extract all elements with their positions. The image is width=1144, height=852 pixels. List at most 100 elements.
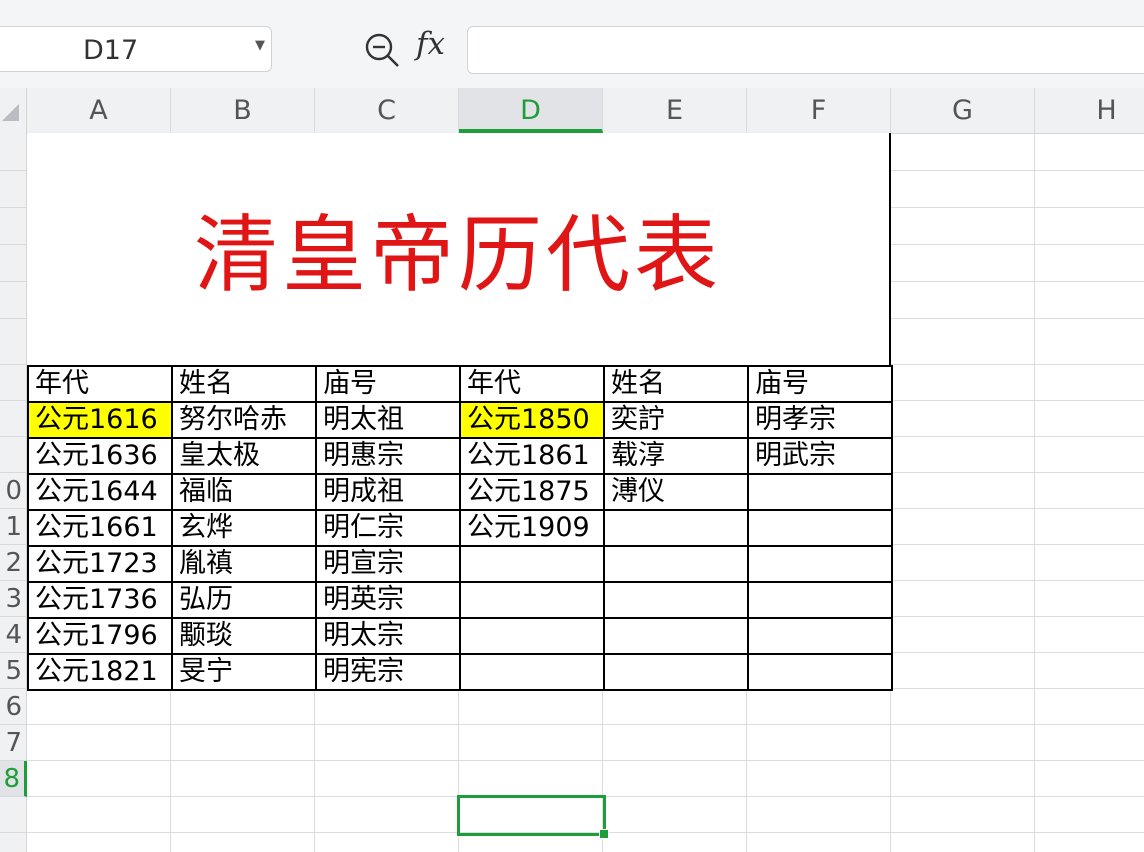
column-header-g[interactable]: G bbox=[891, 88, 1035, 133]
table-cell[interactable]: 公元1616 bbox=[27, 401, 173, 439]
column-header-b[interactable]: B bbox=[171, 88, 315, 133]
row-header[interactable] bbox=[0, 365, 27, 401]
table-cell[interactable] bbox=[747, 473, 893, 511]
name-box-value: D17 bbox=[83, 35, 139, 66]
table-cell[interactable]: 努尔哈赤 bbox=[171, 401, 317, 439]
chevron-down-icon[interactable]: ▼ bbox=[255, 38, 265, 53]
table-header-cell[interactable]: 年代 bbox=[27, 365, 173, 403]
table-cell[interactable]: 明太宗 bbox=[315, 617, 461, 655]
table-cell[interactable] bbox=[459, 545, 605, 583]
fill-handle[interactable] bbox=[599, 829, 609, 839]
table-cell[interactable] bbox=[603, 653, 749, 691]
table-cell[interactable]: 明仁宗 bbox=[315, 509, 461, 547]
table-cell[interactable]: 明成祖 bbox=[315, 473, 461, 511]
table-cell[interactable] bbox=[747, 509, 893, 547]
select-all-corner[interactable] bbox=[0, 88, 27, 134]
table-cell[interactable] bbox=[459, 581, 605, 619]
table-cell[interactable] bbox=[603, 617, 749, 655]
table-cell[interactable]: 明宣宗 bbox=[315, 545, 461, 583]
table-cell[interactable]: 公元1861 bbox=[459, 437, 605, 475]
table-cell[interactable]: 载淳 bbox=[603, 437, 749, 475]
table-row: 公元1723 胤禛 明宣宗 bbox=[27, 545, 893, 583]
table-cell[interactable]: 胤禛 bbox=[171, 545, 317, 583]
column-header-h[interactable]: H bbox=[1035, 88, 1144, 133]
table-cell[interactable]: 颙琰 bbox=[171, 617, 317, 655]
table-cell[interactable]: 公元1821 bbox=[27, 653, 173, 691]
table-cell[interactable] bbox=[603, 581, 749, 619]
formula-bar: D17 ▼ fx bbox=[0, 0, 1144, 88]
table-header-cell[interactable]: 姓名 bbox=[603, 365, 749, 403]
row-header[interactable]: 7 bbox=[0, 725, 27, 761]
table-row: 公元1661 玄烨 明仁宗 公元1909 bbox=[27, 509, 893, 547]
table-cell[interactable]: 福临 bbox=[171, 473, 317, 511]
selected-cell[interactable] bbox=[457, 795, 609, 839]
row-header[interactable] bbox=[0, 245, 27, 282]
table-cell[interactable] bbox=[603, 509, 749, 547]
table-cell[interactable] bbox=[459, 653, 605, 691]
row-header[interactable] bbox=[0, 171, 27, 208]
formula-input[interactable] bbox=[467, 26, 1144, 74]
table-cell[interactable]: 皇太极 bbox=[171, 437, 317, 475]
table-header-cell[interactable]: 姓名 bbox=[171, 365, 317, 403]
row-header[interactable]: 1 bbox=[0, 509, 27, 545]
table-row: 公元1821 旻宁 明宪宗 bbox=[27, 653, 893, 691]
table-header-cell[interactable]: 庙号 bbox=[747, 365, 893, 403]
column-header-f[interactable]: F bbox=[747, 88, 891, 133]
table-cell[interactable]: 公元1636 bbox=[27, 437, 173, 475]
row-header[interactable] bbox=[0, 797, 27, 833]
table-cell[interactable]: 公元1736 bbox=[27, 581, 173, 619]
table-cell[interactable] bbox=[747, 653, 893, 691]
row-header[interactable] bbox=[0, 282, 27, 319]
table-cell[interactable] bbox=[459, 617, 605, 655]
table-cell[interactable]: 明孝宗 bbox=[747, 401, 893, 439]
table-cell[interactable] bbox=[747, 617, 893, 655]
table-cell[interactable]: 公元1723 bbox=[27, 545, 173, 583]
table-cell[interactable]: 奕詝 bbox=[603, 401, 749, 439]
table-cell[interactable]: 溥仪 bbox=[603, 473, 749, 511]
column-header-c[interactable]: C bbox=[315, 88, 459, 133]
table-cell[interactable]: 明武宗 bbox=[747, 437, 893, 475]
row-header[interactable]: 4 bbox=[0, 617, 27, 653]
row-header[interactable]: 2 bbox=[0, 545, 27, 581]
table-row: 公元1616 努尔哈赤 明太祖 公元1850 奕詝 明孝宗 bbox=[27, 401, 893, 439]
table-cell[interactable]: 明太祖 bbox=[315, 401, 461, 439]
row-header[interactable] bbox=[0, 833, 27, 852]
table-cell[interactable]: 明惠宗 bbox=[315, 437, 461, 475]
table-cell[interactable] bbox=[747, 545, 893, 583]
table-cell[interactable]: 公元1661 bbox=[27, 509, 173, 547]
row-header[interactable]: 8 bbox=[0, 761, 27, 797]
table-header-cell[interactable]: 庙号 bbox=[315, 365, 461, 403]
column-header-e[interactable]: E bbox=[603, 88, 747, 133]
row-header[interactable]: 3 bbox=[0, 581, 27, 617]
fx-icon[interactable]: fx bbox=[416, 26, 445, 62]
table-cell[interactable]: 明英宗 bbox=[315, 581, 461, 619]
table-cell[interactable]: 公元1909 bbox=[459, 509, 605, 547]
row-header[interactable] bbox=[0, 134, 27, 171]
table-cell[interactable]: 公元1875 bbox=[459, 473, 605, 511]
name-box[interactable]: D17 ▼ bbox=[0, 26, 272, 72]
row-header[interactable] bbox=[0, 208, 27, 245]
column-header-d[interactable]: D bbox=[459, 88, 603, 133]
row-header[interactable] bbox=[0, 401, 27, 437]
title-merged-cell[interactable]: 清皇帝历代表 bbox=[27, 133, 891, 365]
table-cell[interactable]: 旻宁 bbox=[171, 653, 317, 691]
table-row: 公元1796 颙琰 明太宗 bbox=[27, 617, 893, 655]
table-header-cell[interactable]: 年代 bbox=[459, 365, 605, 403]
row-header[interactable]: 0 bbox=[0, 473, 27, 509]
table-row: 公元1644 福临 明成祖 公元1875 溥仪 bbox=[27, 473, 893, 511]
row-header[interactable]: 6 bbox=[0, 689, 27, 725]
row-header[interactable] bbox=[0, 437, 27, 473]
table-cell[interactable] bbox=[747, 581, 893, 619]
table-cell[interactable] bbox=[603, 545, 749, 583]
table-cell[interactable]: 公元1796 bbox=[27, 617, 173, 655]
table-cell[interactable]: 明宪宗 bbox=[315, 653, 461, 691]
spreadsheet-grid[interactable]: ABCDEFGH 012345678 清皇帝历代表 年代 姓名 庙号 年代 姓名 庙号 公元… bbox=[0, 88, 1144, 852]
table-cell[interactable]: 玄烨 bbox=[171, 509, 317, 547]
row-header[interactable] bbox=[0, 319, 27, 365]
table-cell[interactable]: 公元1644 bbox=[27, 473, 173, 511]
zoom-icon[interactable] bbox=[362, 30, 402, 70]
table-cell[interactable]: 弘历 bbox=[171, 581, 317, 619]
table-cell[interactable]: 公元1850 bbox=[459, 401, 605, 439]
column-header-a[interactable]: A bbox=[27, 88, 171, 133]
row-header[interactable]: 5 bbox=[0, 653, 27, 689]
